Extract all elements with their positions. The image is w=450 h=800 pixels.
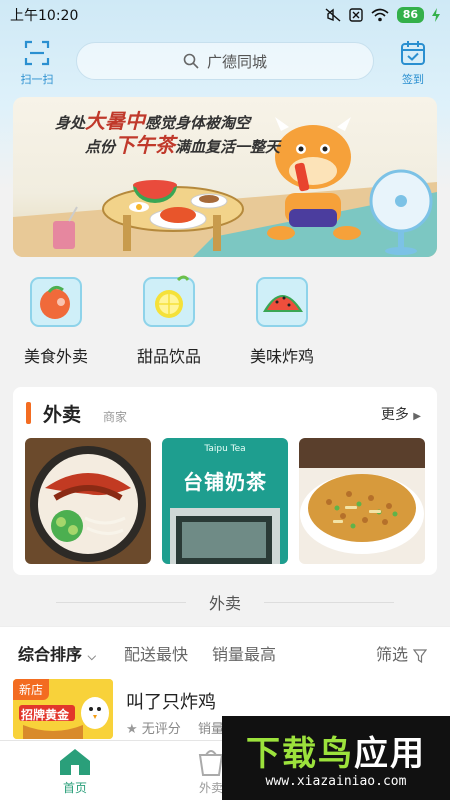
scan-icon [24,40,50,66]
category-label: 甜品饮品 [136,347,201,366]
sign-in-label: 签到 [402,73,424,86]
sort-option-fastest[interactable]: 配送最快 [124,641,188,665]
thumb-text: 招牌黄金 [21,708,70,722]
sort-option-sales[interactable]: 销量最高 [212,641,276,665]
filter-button[interactable]: 筛选 [376,641,428,665]
takeaway-card: 外卖 商家 更多 ▶ Taipu Tea 台铺奶茶 [13,387,437,575]
banner-text: 点份 [85,138,116,156]
search-input[interactable]: 广德同城 [76,42,374,80]
watermark-title: 下载鸟应用 [222,726,450,775]
watermelon-icon [256,277,308,327]
watermark-title-green: 下载鸟 [246,734,354,774]
watermark-url: www.xiazainiao.com [265,774,407,789]
lemon-drink-icon [143,275,195,327]
category-item-desserts[interactable]: 甜品饮品 [119,270,219,367]
card-title: 外卖 [43,404,82,426]
home-icon [60,749,90,775]
sort-option-overall[interactable]: 综合排序 ⌵ [18,641,96,665]
new-shop-badge: 新店 [13,679,50,700]
banner-text-highlight: 下午茶 [115,133,176,157]
watermark-logo: 下载鸟应用 www.xiazainiao.com [222,716,450,800]
battery-indicator: 86 [396,7,424,23]
section-divider: 外卖 [0,590,450,614]
noodle-photo [25,438,151,564]
sort-bar: 综合排序 ⌵ 配送最快 销量最高 筛选 [0,626,450,674]
shop-name: 叫了只炸鸡 [126,692,216,713]
wifi-icon [371,8,389,22]
triangle-right-icon: ▶ [413,411,421,422]
filter-icon [412,648,428,663]
shop-sign-top: Taipu Tea [204,444,246,454]
mute-icon [325,8,341,22]
calendar-check-icon [401,41,425,65]
banner-text: 满血复活一整天 [175,138,281,156]
status-time: 上午10:20 [10,8,79,24]
nav-item-home[interactable]: 首页 [30,747,120,796]
search-placeholder: 广德同城 [206,52,267,71]
app-screen: 上午10:20 86 扫一扫 广德同城 签到 身处大暑中感觉身体被淘空 点份下午… [0,0,450,800]
category-item-food-delivery[interactable]: 美食外卖 [6,270,106,367]
sim-icon [348,8,363,22]
rating-text: 无评分 [141,722,181,737]
shop-card-noodles[interactable] [25,438,151,564]
filter-label: 筛选 [376,645,409,664]
shop-sales: 销量 [198,722,225,737]
card-subtitle: 商家 [103,410,128,424]
watermark-title-white: 应用 [354,734,426,774]
category-row: 美食外卖 甜品饮品 美味炸鸡 [0,270,450,366]
charging-icon [432,8,440,22]
search-icon [183,53,199,69]
category-item-fried-chicken[interactable]: 美味炸鸡 [232,270,332,367]
fried-rice-photo [299,438,425,564]
status-bar: 上午10:20 86 [0,0,450,30]
banner-headline-2: 点份下午茶满血复活一整天 [85,129,280,158]
food-delivery-icon [30,277,82,327]
nav-label: 首页 [62,781,87,795]
shop-card-fried-rice[interactable] [299,438,425,564]
status-icons: 86 [325,7,440,23]
shop-thumbnail: 新店 招牌黄金 [13,679,113,739]
promo-banner[interactable]: 身处大暑中感觉身体被淘空 点份下午茶满血复活一整天 [13,97,437,257]
category-label: 美味炸鸡 [249,347,314,366]
more-label: 更多 [380,407,409,423]
more-link[interactable]: 更多 ▶ [381,404,421,424]
category-label: 美食外卖 [23,347,88,366]
sign-in-button[interactable]: 签到 [390,40,436,86]
chevron-down-icon: ⌵ [87,650,96,663]
banner-text: 身处 [55,114,86,132]
section-label: 外卖 [208,594,241,613]
milk-tea-shop-photo [162,438,288,564]
nav-label: 外卖 [198,781,223,795]
star-icon: ★ [126,722,138,737]
shop-rating: ★ 无评分 [126,718,181,737]
scan-button[interactable]: 扫一扫 [14,40,60,86]
shop-sign-text: 台铺奶茶 [183,470,267,494]
top-bar: 扫一扫 广德同城 签到 [0,36,450,86]
section-accent-bar [26,402,31,424]
scan-label: 扫一扫 [20,73,54,86]
shop-card-milk-tea[interactable]: Taipu Tea 台铺奶茶 [162,438,288,564]
sort-label: 综合排序 [18,645,83,664]
